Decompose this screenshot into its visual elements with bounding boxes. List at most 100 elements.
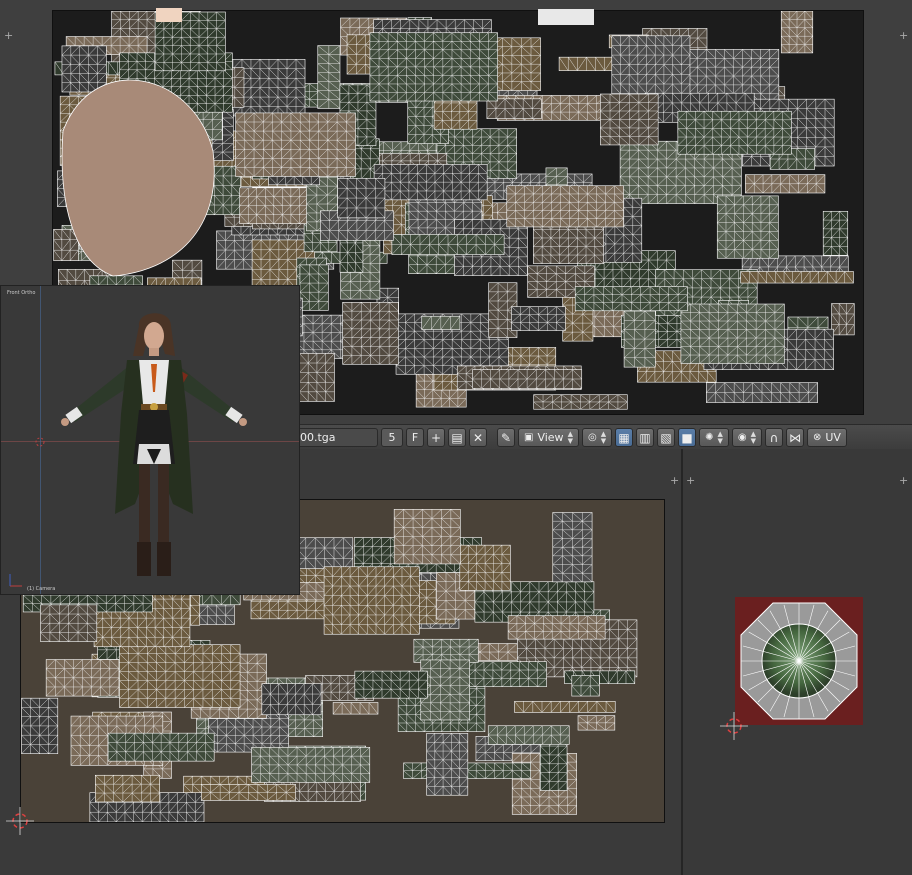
3d-cursor-icon [35,437,45,447]
uv-island [235,112,356,177]
uv-island [61,45,107,93]
area-corner-icon[interactable]: + [899,30,908,41]
uv-island [391,234,505,255]
uv-menu-label: UV [825,431,841,444]
image-name-field[interactable]: 00.tga [300,428,378,447]
uv-island [486,98,542,119]
uv-editor-header: 00.tga 5 F + ▤ ✕ ✎ ▣ View ▲ ▼ ◎ ▲ ▼ ▦ ▥ ▧ … [300,424,912,451]
updown-arrows-icon: ▲ ▼ [750,429,756,445]
uv-island [680,303,785,364]
uv-island [393,509,461,565]
island-select-icon[interactable]: ⋈ [785,428,804,447]
close-icon[interactable]: ✕ [469,428,487,447]
area-corner-icon[interactable]: + [686,475,695,486]
uv-island [45,659,120,697]
uv-island [413,638,479,663]
uv-island [337,177,386,219]
area-corner-icon[interactable]: + [4,30,13,41]
updown-arrows-icon: ▲ ▼ [717,429,723,445]
uv-island [506,185,624,228]
uv-island [369,32,498,102]
updown-arrows-icon: ▲ ▼ [600,429,607,445]
uv-island [472,369,583,389]
uv-island [200,784,296,801]
uv-island [540,736,568,791]
uv-island [459,544,511,591]
axis-gizmo-icon [9,574,22,587]
uv-island [822,210,849,256]
2d-cursor-icon[interactable] [720,712,748,740]
uv-island [354,670,428,699]
uv-island [40,604,98,642]
uv-island [420,659,470,721]
uv-island [533,394,628,410]
uv-island [611,35,691,94]
uv-island [600,93,659,146]
texture-swatch [538,9,594,25]
updown-arrows-icon: ▲ ▼ [567,429,573,445]
sticky-select-menu[interactable]: ✺ ▲ ▼ [699,428,729,447]
proportional-edit-icon: ◉ [737,432,747,443]
uv-island [239,187,317,225]
uv-island [251,747,371,783]
uv-layer-icon: ⊗ [812,432,822,443]
viewport-object-label: (1) Camera [27,586,56,592]
face-select-icon[interactable]: ■ [678,428,697,447]
uv-island [373,164,488,201]
uv-island [21,697,59,754]
uv-island [552,512,593,583]
character-model [61,313,247,576]
uv-texture-map-emblem[interactable] [735,597,863,725]
uv-island [706,382,818,403]
2d-cursor-icon[interactable] [6,807,34,835]
uv-island [317,45,341,109]
open-folder-icon[interactable]: ▤ [448,428,466,447]
3d-viewport[interactable]: Front Ortho (1) Camera [0,285,300,595]
uv-island [487,725,570,745]
uv-island [261,683,322,716]
uv-island [780,11,814,54]
view-icon: ▣ [524,432,534,443]
image-users-count[interactable]: 5 [381,428,403,447]
uv-sync-icon[interactable]: ▦ [615,428,634,447]
view-menu-label: View [537,431,564,444]
uv-island [299,264,329,311]
uv-layer-menu[interactable]: ⊗ UV [806,428,847,447]
uv-island [421,315,461,330]
uv-island [745,174,826,194]
pivot-icon: ◎ [587,432,597,443]
uv-island [623,310,656,368]
area-corner-icon[interactable]: + [899,475,908,486]
area-corner-icon[interactable]: + [670,475,679,486]
uv-island [577,715,616,731]
uv-island [332,702,379,715]
viewport-view-label: Front Ortho [7,290,36,296]
vertex-select-icon[interactable]: ▥ [636,428,655,447]
uv-island [574,286,688,312]
uv-island [831,303,855,336]
sticky-select-icon: ✺ [705,432,714,443]
snap-icon[interactable]: ∩ [764,428,783,447]
uv-island [507,615,606,640]
pin-icon[interactable]: ✎ [497,428,515,447]
uv-island [514,701,616,713]
uv-island [95,774,160,803]
uv-island [323,566,420,635]
uv-mesh-wireframe [740,602,858,720]
uv-island [426,733,469,796]
uv-island [740,271,854,284]
uv-island [119,644,241,708]
uv-island [107,732,215,762]
uv-island [511,306,566,331]
uv-island [571,675,600,697]
add-icon[interactable]: + [427,428,445,447]
uv-island [716,195,779,259]
fake-user-button[interactable]: F [406,428,424,447]
texture-swatch [156,8,182,22]
uv-island [342,302,399,365]
pivot-point-menu[interactable]: ◎ ▲ ▼ [581,428,613,447]
uv-island [677,110,792,155]
edge-select-icon[interactable]: ▧ [657,428,676,447]
proportional-edit-menu[interactable]: ◉ ▲ ▼ [731,428,762,447]
view-menu[interactable]: ▣ View ▲ ▼ [518,428,579,447]
